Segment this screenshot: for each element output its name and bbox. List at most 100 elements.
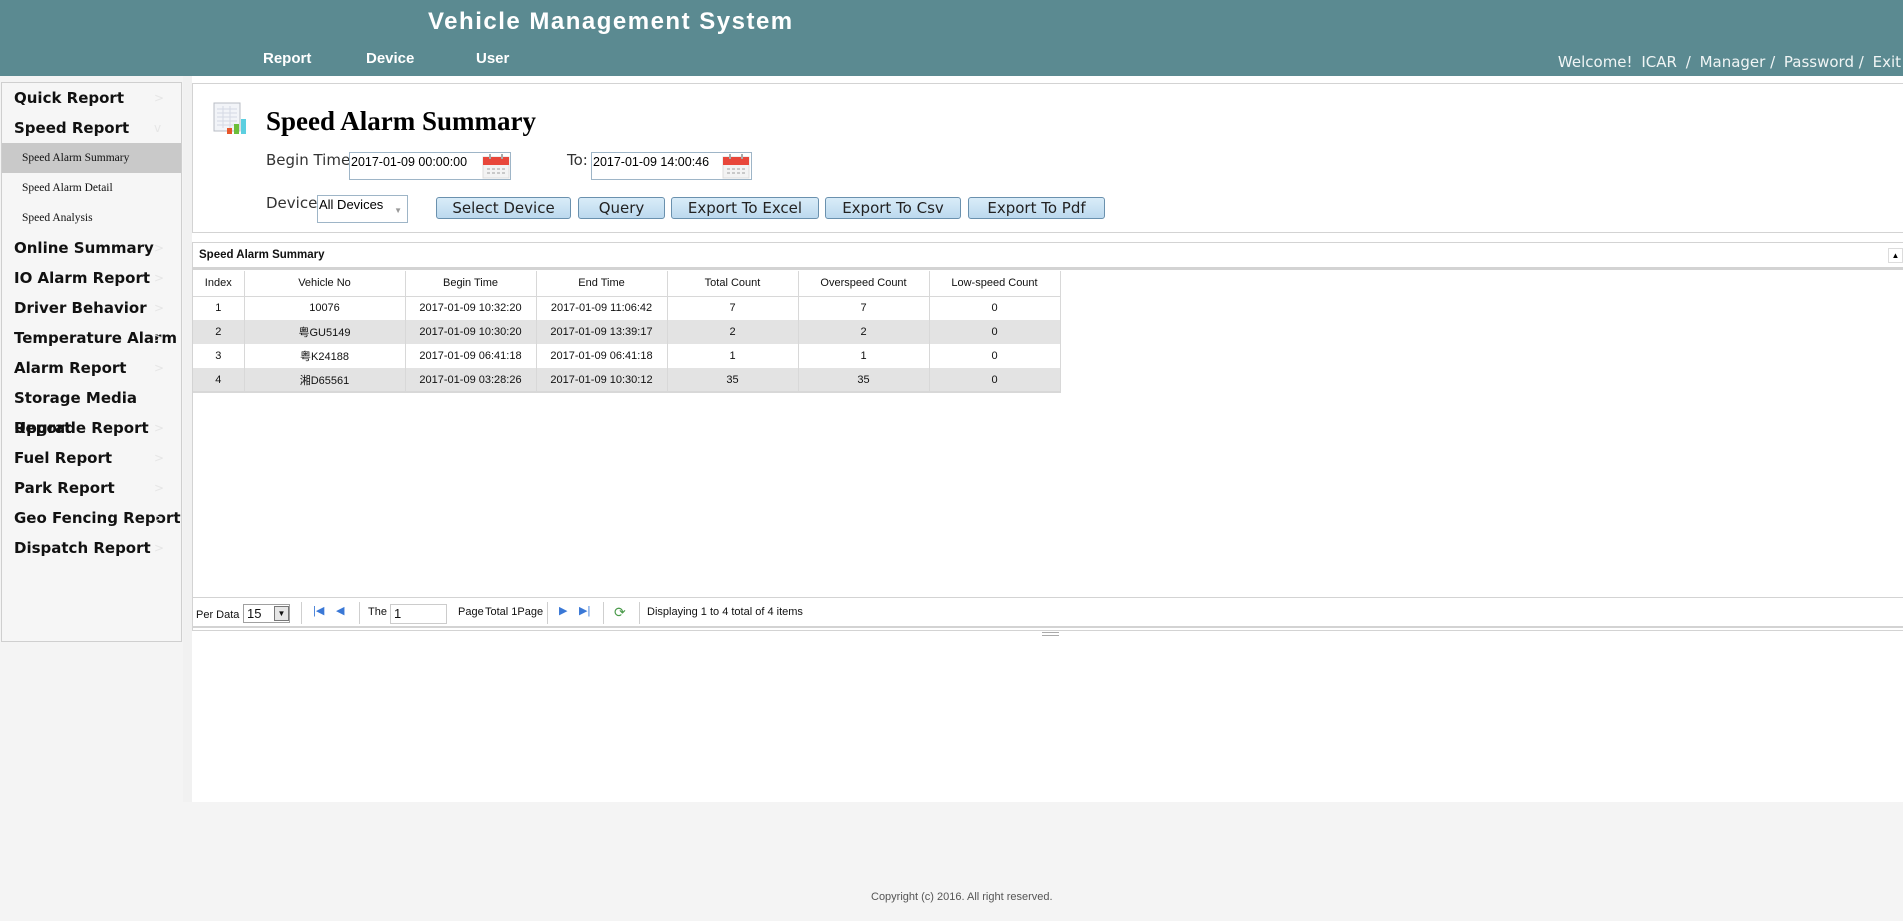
divider [359,602,360,624]
sidebar-item-storage-media-report[interactable]: Storage Media Report [2,383,181,437]
sidebar-item-temperature-alarm[interactable]: Temperature Alarm > [2,323,181,353]
filter-panel: Speed Alarm Summary Begin Time: 2017-01-… [192,83,1903,233]
chevron-right-icon: > [154,91,165,105]
next-page-icon[interactable]: ▶ [559,604,567,617]
cell-lowspeed-count: 0 [929,344,1061,368]
export-pdf-button[interactable]: Export To Pdf [968,197,1105,219]
splitter [183,76,192,802]
password-link[interactable]: Password / [1784,53,1864,71]
chevron-right-icon: > [154,451,165,465]
sidebar-item-alarm-report[interactable]: Alarm Report > [2,353,181,383]
nav-device[interactable]: Device [366,50,414,67]
table-row[interactable]: 3 粤K24188 2017-01-09 06:41:18 2017-01-09… [193,344,1061,368]
user-bar: Welcome! ICAR / Manager / Password / Exi… [1554,53,1903,71]
sidebar-subitem-speed-alarm-detail[interactable]: Speed Alarm Detail [2,173,181,203]
sidebar-item-label: IO Alarm Report [14,269,151,287]
cell-total-count: 2 [667,320,799,344]
dropdown-arrow-icon[interactable]: ▼ [274,606,289,621]
resize-handle[interactable] [1042,632,1059,636]
cell-vehicle-no: 湘D65561 [244,368,406,393]
cell-index: 4 [193,368,245,393]
query-button[interactable]: Query [578,197,665,219]
sidebar-item-label: Speed Report [14,119,130,137]
export-csv-button[interactable]: Export To Csv [825,197,961,219]
divider [547,602,548,624]
sidebar-item-geo-fencing-report[interactable]: Geo Fencing Report > [2,503,181,533]
page-prefix-label: The [368,606,387,618]
divider [639,602,640,624]
cell-total-count: 7 [667,296,799,320]
column-header[interactable]: Low-speed Count [929,271,1061,297]
chevron-right-icon: > [154,361,165,375]
device-select[interactable]: All Devices ▼ [317,195,408,223]
cell-begin-time: 2017-01-09 03:28:26 [405,368,537,393]
chevron-right-icon: > [154,271,165,285]
sidebar-item-fuel-report[interactable]: Fuel Report > [2,443,181,473]
page-number-input[interactable]: 1 [390,604,447,624]
column-header[interactable]: Index [193,271,245,297]
cell-begin-time: 2017-01-09 10:30:20 [405,320,537,344]
total-pages-label: Total 1Page [485,606,544,618]
sidebar-subitem-speed-analysis[interactable]: Speed Analysis [2,203,181,233]
sidebar-item-driver-behavior[interactable]: Driver Behavior > [2,293,181,323]
begin-time-label: Begin Time: [266,151,356,169]
welcome-text: Welcome! [1557,53,1633,71]
calendar-icon[interactable] [482,153,510,179]
per-data-label: Per Data [196,609,240,621]
collapse-up-icon[interactable]: ▲ [1888,248,1903,263]
table-row[interactable]: 4 湘D65561 2017-01-09 03:28:26 2017-01-09… [193,368,1061,393]
first-page-icon[interactable]: |◀ [313,604,324,617]
cell-end-time: 2017-01-09 06:41:18 [536,344,668,368]
cell-vehicle-no: 粤GU5149 [244,320,406,344]
cell-overspeed-count: 2 [798,320,930,344]
exit-link[interactable]: Exit [1873,53,1901,71]
report-icon [213,102,246,134]
per-page-value: 15 [247,606,262,621]
separator: / [1685,53,1691,71]
user-name-link[interactable]: ICAR [1641,53,1677,71]
sidebar-item-dispatch-report[interactable]: Dispatch Report > [2,533,181,563]
divider [301,602,302,624]
cell-index: 3 [193,344,245,368]
column-header[interactable]: Total Count [667,271,799,297]
table-row[interactable]: 1 10076 2017-01-09 10:32:20 2017-01-09 1… [193,296,1061,320]
sidebar-item-speed-report[interactable]: Speed Report v [2,113,181,143]
nav-report[interactable]: Report [263,50,311,67]
cell-total-count: 35 [667,368,799,393]
results-table: Index Vehicle No Begin Time End Time Tot… [193,271,1061,393]
to-time-label: To: [567,151,588,169]
column-header[interactable]: Vehicle No [244,271,406,297]
calendar-icon[interactable] [722,153,750,179]
chevron-down-icon: v [154,121,162,135]
refresh-icon[interactable]: ⟳ [614,604,626,621]
sidebar-item-quick-report[interactable]: Quick Report > [2,83,181,113]
column-header[interactable]: Overspeed Count [798,271,930,297]
role-link[interactable]: Manager / [1700,53,1776,71]
cell-vehicle-no: 粤K24188 [244,344,406,368]
column-header[interactable]: Begin Time [405,271,537,297]
last-page-icon[interactable]: ▶| [579,604,590,617]
device-label: Device: [266,194,323,212]
sidebar-subitem-speed-alarm-summary[interactable]: Speed Alarm Summary [2,143,181,173]
export-excel-button[interactable]: Export To Excel [671,197,819,219]
per-page-select[interactable]: 15 ▼ [243,604,290,623]
sidebar-item-label: Quick Report [14,89,124,107]
select-device-button[interactable]: Select Device [436,197,571,219]
column-header[interactable]: End Time [536,271,668,297]
cell-end-time: 2017-01-09 11:06:42 [536,296,668,320]
sidebar-item-online-summary[interactable]: Online Summary > [2,233,181,263]
device-select-value: All Devices [319,197,384,212]
cell-index: 1 [193,296,245,320]
cell-overspeed-count: 35 [798,368,930,393]
divider [603,602,604,624]
chevron-right-icon: > [154,301,165,315]
cell-overspeed-count: 7 [798,296,930,320]
nav-user[interactable]: User [476,50,509,67]
copyright-text: Copyright (c) 2016. All right reserved. [871,891,1053,903]
table-row[interactable]: 2 粤GU5149 2017-01-09 10:30:20 2017-01-09… [193,320,1061,344]
prev-page-icon[interactable]: ◀ [336,604,344,617]
sidebar-item-io-alarm-report[interactable]: IO Alarm Report > [2,263,181,293]
sidebar-item-park-report[interactable]: Park Report > [2,473,181,503]
sidebar-item-upgrade-report[interactable]: Upgrade Report > [2,413,181,443]
cell-end-time: 2017-01-09 13:39:17 [536,320,668,344]
